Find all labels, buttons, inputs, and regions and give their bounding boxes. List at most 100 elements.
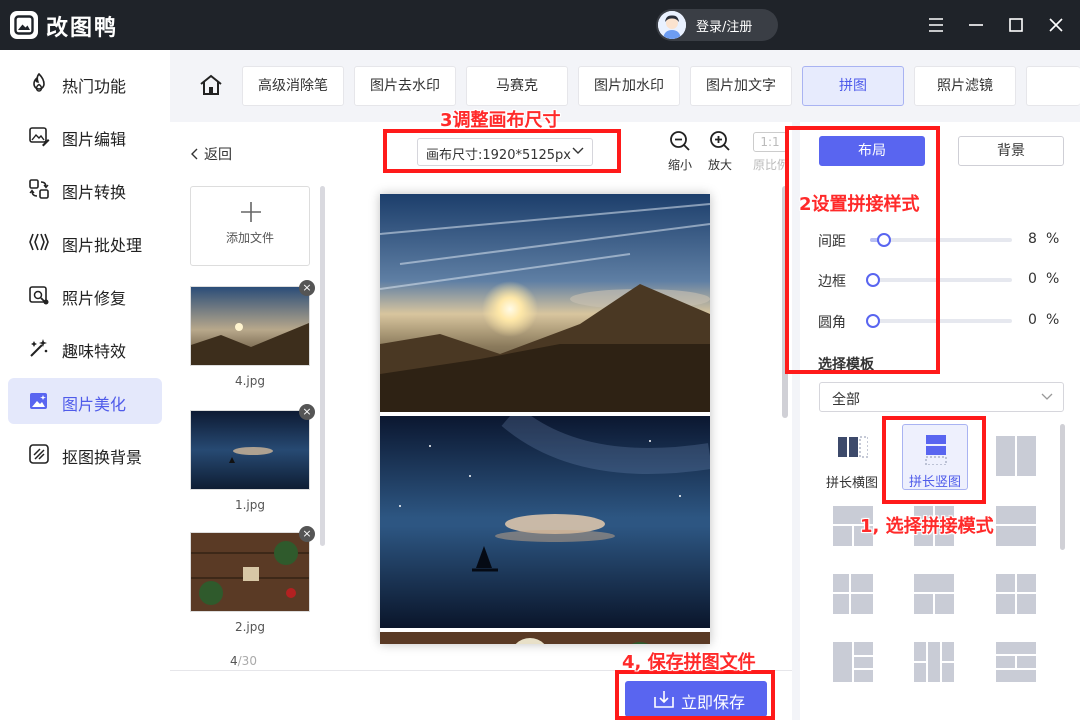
- spacing-value: 8: [1028, 231, 1037, 247]
- template-filter-select[interactable]: 全部: [819, 382, 1064, 412]
- grid-layout-icon: [996, 506, 1036, 546]
- file-thumbnail-4[interactable]: [190, 286, 310, 366]
- file-thumbnail-2[interactable]: [190, 532, 310, 612]
- image-edit-icon: [29, 127, 50, 147]
- plus-icon: [241, 202, 261, 222]
- app-logo: [10, 11, 38, 39]
- add-file-label: 添加文件: [225, 231, 274, 245]
- tab-photo-filter[interactable]: 照片滤镜: [914, 66, 1016, 106]
- back-button[interactable]: 返回: [190, 144, 232, 164]
- template-scrollbar[interactable]: [1060, 424, 1065, 550]
- remove-file-2-button[interactable]: ×: [299, 526, 315, 542]
- step-4-annotation: 4, 保存拼图文件: [622, 652, 756, 673]
- template-filter-value: 全部: [832, 392, 860, 408]
- corner-radius-unit: %: [1046, 312, 1060, 328]
- close-button[interactable]: [1044, 13, 1068, 37]
- sidebar-item-label: 抠图换背景: [62, 448, 143, 467]
- christmas-table-image: [380, 632, 710, 644]
- template-two-columns[interactable]: [996, 436, 1052, 492]
- close-icon: [1049, 18, 1063, 32]
- sidebar-item-label: 热门功能: [62, 77, 127, 96]
- template-grid-4[interactable]: [833, 574, 889, 630]
- sidebar: 热门功能 图片编辑 图片转换 图片批处理 照片修复 趣味特效 图片美化 抠图换背…: [0, 50, 170, 720]
- template-rows-3[interactable]: [996, 642, 1052, 698]
- template-grid-4b[interactable]: [996, 574, 1052, 630]
- title-bar: 改图鸭 登录/注册: [0, 0, 1080, 50]
- zoom-in-button[interactable]: 放大: [700, 130, 740, 173]
- sidebar-item-label: 图片美化: [62, 395, 127, 414]
- three-rows-layout-icon: [996, 642, 1036, 682]
- sidebar-item-edit[interactable]: 图片编辑: [8, 113, 162, 159]
- work-area: 返回 画布尺寸:1920*5125px 缩小 放大 1:1 原比例 添加文件 ×…: [170, 122, 792, 720]
- tab-advanced-eraser[interactable]: 高级消除笔: [242, 66, 344, 106]
- template-center-tall[interactable]: [914, 642, 970, 698]
- template-left-tall[interactable]: [833, 642, 889, 698]
- ratio-label: 原比例: [753, 158, 790, 172]
- left-tall-layout-icon: [833, 642, 873, 682]
- avatar: [658, 11, 686, 39]
- file-name-4: 4.jpg: [234, 374, 266, 388]
- mode-long-horizontal[interactable]: 拼长横图: [824, 426, 880, 492]
- night-sky-boat-thumbnail: [191, 411, 309, 489]
- menu-button[interactable]: [924, 13, 948, 37]
- zoom-in-label: 放大: [707, 158, 732, 172]
- save-highlight: [615, 670, 775, 720]
- border-unit: %: [1046, 271, 1060, 287]
- maximize-button[interactable]: [1004, 13, 1028, 37]
- file-count-total: /30: [237, 654, 257, 668]
- zoom-in-icon: [710, 131, 730, 151]
- logo-image-icon: [14, 15, 34, 35]
- top-wide-layout-icon: [914, 574, 954, 614]
- template-top-wide[interactable]: [914, 574, 970, 630]
- mountain-sunset-image: [380, 194, 710, 412]
- sidebar-item-batch[interactable]: 图片批处理: [8, 219, 162, 265]
- remove-file-1-button[interactable]: ×: [299, 404, 315, 420]
- tab-mosaic[interactable]: 马赛克: [466, 66, 568, 106]
- remove-file-4-button[interactable]: ×: [299, 280, 315, 296]
- chevron-left-icon: [191, 148, 198, 160]
- sidebar-item-beautify[interactable]: 图片美化: [8, 378, 162, 424]
- file-list-scrollbar[interactable]: [320, 186, 325, 546]
- tab-add-text[interactable]: 图片加文字: [690, 66, 792, 106]
- flame-icon: [33, 72, 45, 92]
- zoom-out-label: 缩小: [667, 158, 692, 172]
- back-label: 返回: [204, 147, 232, 163]
- maximize-icon: [1009, 18, 1023, 32]
- sidebar-item-hot[interactable]: 热门功能: [8, 60, 162, 106]
- login-button[interactable]: 登录/注册: [656, 9, 778, 41]
- step-2-annotation: 2设置拼接样式: [799, 194, 920, 215]
- beautify-icon: [30, 393, 47, 409]
- horizontal-stitch-icon: [838, 436, 868, 458]
- file-name-2: 2.jpg: [234, 620, 266, 634]
- zoom-out-button[interactable]: 缩小: [660, 130, 700, 173]
- minimize-button[interactable]: [964, 13, 988, 37]
- tab-more[interactable]: [1026, 66, 1080, 106]
- four-grid-layout-icon: [996, 574, 1036, 614]
- magic-wand-icon: [30, 339, 48, 357]
- file-name-1: 1.jpg: [234, 498, 266, 512]
- center-tall-layout-icon: [914, 642, 954, 682]
- login-label: 登录/注册: [696, 20, 753, 35]
- tab-background[interactable]: 背景: [958, 136, 1064, 166]
- add-file-button[interactable]: 添加文件: [190, 186, 310, 266]
- sidebar-item-effects[interactable]: 趣味特效: [8, 325, 162, 371]
- sidebar-item-cutout[interactable]: 抠图换背景: [8, 431, 162, 477]
- sidebar-item-label: 趣味特效: [62, 342, 127, 361]
- spacing-unit: %: [1046, 231, 1060, 247]
- tab-collage[interactable]: 拼图: [802, 66, 904, 106]
- tab-remove-watermark[interactable]: 图片去水印: [354, 66, 456, 106]
- home-icon[interactable]: [198, 72, 224, 98]
- file-count-current: 4: [230, 654, 238, 668]
- sidebar-item-label: 图片批处理: [62, 236, 143, 255]
- cutout-icon: [29, 444, 49, 464]
- step-3-annotation: 3调整画布尺寸: [440, 110, 561, 131]
- mode-highlight: [882, 416, 986, 504]
- user-avatar-icon: [658, 11, 686, 39]
- sidebar-item-repair[interactable]: 照片修复: [8, 272, 162, 318]
- template-row-c[interactable]: [996, 506, 1052, 562]
- app-title: 改图鸭: [46, 16, 119, 41]
- sidebar-item-convert[interactable]: 图片转换: [8, 166, 162, 212]
- file-thumbnail-1[interactable]: [190, 410, 310, 490]
- tab-add-watermark[interactable]: 图片加水印: [578, 66, 680, 106]
- convert-icon: [29, 179, 49, 199]
